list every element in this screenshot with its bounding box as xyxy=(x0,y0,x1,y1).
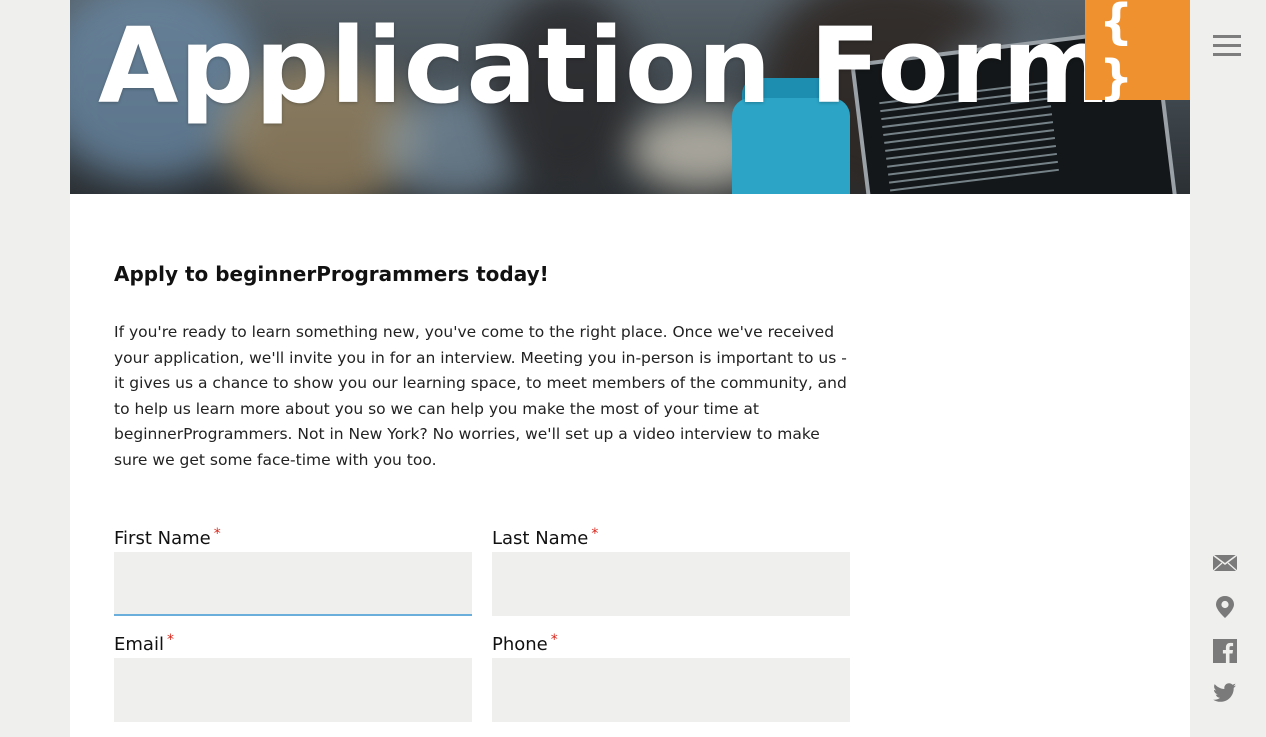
email-field-group: Email * xyxy=(114,632,472,722)
twitter-icon[interactable] xyxy=(1212,680,1238,706)
required-marker: * xyxy=(591,526,599,542)
email-input[interactable] xyxy=(114,658,472,722)
last-name-label-text: Last Name xyxy=(492,528,589,549)
last-name-label: Last Name * xyxy=(492,526,850,552)
menu-bar xyxy=(1213,44,1241,47)
hamburger-menu-icon[interactable] xyxy=(1213,35,1241,57)
first-name-input[interactable] xyxy=(114,552,472,616)
facebook-icon[interactable] xyxy=(1212,638,1238,664)
last-name-input[interactable] xyxy=(492,552,850,616)
section-headline: Apply to beginnerProgrammers today! xyxy=(114,262,549,286)
intro-section: Apply to beginnerProgrammers today! If y… xyxy=(114,260,854,473)
mail-icon[interactable] xyxy=(1212,552,1238,578)
first-name-label: First Name * xyxy=(114,526,472,552)
page: Application Form Apply to beginnerProgra… xyxy=(0,0,1266,737)
main-content: Application Form Apply to beginnerProgra… xyxy=(70,0,1190,737)
map-pin-icon[interactable] xyxy=(1212,594,1238,620)
first-name-field-group: First Name * xyxy=(114,526,472,616)
last-name-field-group: Last Name * xyxy=(492,526,850,616)
first-name-label-text: First Name xyxy=(114,528,211,549)
phone-field-group: Phone * xyxy=(492,632,850,722)
phone-label: Phone * xyxy=(492,632,850,658)
required-marker: * xyxy=(166,632,174,648)
intro-paragraph: If you're ready to learn something new, … xyxy=(114,323,847,469)
menu-bar xyxy=(1213,35,1241,38)
brand-logo[interactable]: { } xyxy=(1085,0,1190,106)
page-title: Application Form xyxy=(98,5,1112,127)
hero-banner: Application Form xyxy=(70,0,1190,194)
required-marker: * xyxy=(550,632,558,648)
email-label: Email * xyxy=(114,632,472,658)
required-marker: * xyxy=(213,526,221,542)
email-label-text: Email xyxy=(114,634,164,655)
phone-label-text: Phone xyxy=(492,634,548,655)
phone-input[interactable] xyxy=(492,658,850,722)
menu-bar xyxy=(1213,53,1241,56)
